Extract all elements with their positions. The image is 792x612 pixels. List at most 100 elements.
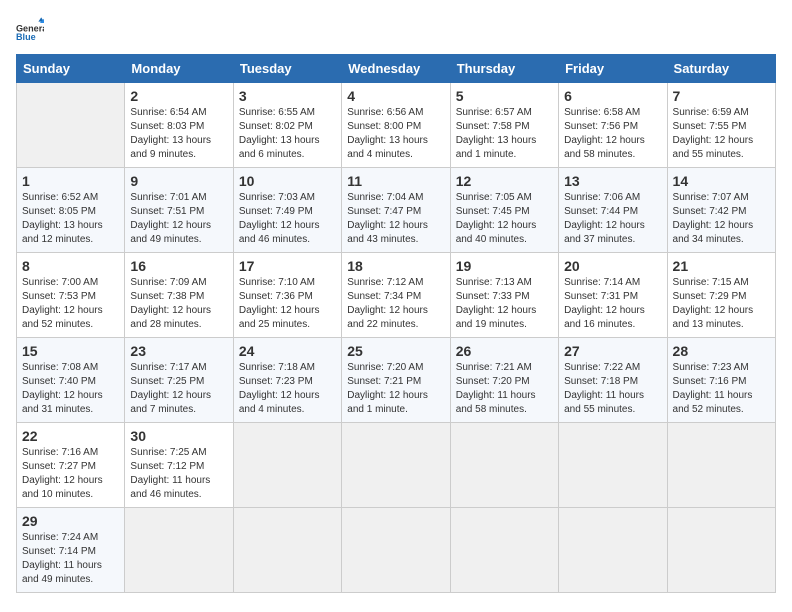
day-number: 11 <box>347 173 444 189</box>
day-info: Sunrise: 7:08 AMSunset: 7:40 PMDaylight:… <box>22 361 119 417</box>
header-saturday: Saturday <box>667 55 775 83</box>
day-info: Sunrise: 7:04 AMSunset: 7:47 PMDaylight:… <box>347 191 444 247</box>
calendar-cell: 6 Sunrise: 6:58 AMSunset: 7:56 PMDaylight… <box>559 83 667 168</box>
calendar-cell <box>559 423 667 508</box>
calendar-cell <box>342 508 450 593</box>
day-info: Sunrise: 6:54 AMSunset: 8:03 PMDaylight:… <box>130 106 227 162</box>
page-header: General Blue <box>16 16 776 44</box>
calendar-cell: 7Sunrise: 6:59 AMSunset: 7:55 PMDaylight… <box>667 83 775 168</box>
day-info: Sunrise: 7:21 AMSunset: 7:20 PMDaylight:… <box>456 361 553 417</box>
calendar-week-5: 29 Sunrise: 7:24 AMSunset: 7:14 PMDayligh… <box>17 508 776 593</box>
day-number: 5 <box>456 88 553 104</box>
day-number: 10 <box>239 173 336 189</box>
day-info: Sunrise: 7:16 AMSunset: 7:27 PMDaylight:… <box>22 446 119 502</box>
calendar-cell: 25 Sunrise: 7:20 AMSunset: 7:21 PMDayligh… <box>342 338 450 423</box>
day-number: 2 <box>130 88 227 104</box>
day-info: Sunrise: 7:10 AMSunset: 7:36 PMDaylight:… <box>239 276 336 332</box>
day-number: 16 <box>130 258 227 274</box>
day-number: 23 <box>130 343 227 359</box>
calendar-week-3: 15Sunrise: 7:08 AMSunset: 7:40 PMDayligh… <box>17 338 776 423</box>
day-number: 19 <box>456 258 553 274</box>
day-info: Sunrise: 7:05 AMSunset: 7:45 PMDaylight:… <box>456 191 553 247</box>
day-number: 3 <box>239 88 336 104</box>
day-number: 26 <box>456 343 553 359</box>
day-number: 17 <box>239 258 336 274</box>
calendar-cell: 16 Sunrise: 7:09 AMSunset: 7:38 PMDayligh… <box>125 253 233 338</box>
day-info: Sunrise: 6:56 AMSunset: 8:00 PMDaylight:… <box>347 106 444 162</box>
svg-text:Blue: Blue <box>16 32 36 42</box>
header-friday: Friday <box>559 55 667 83</box>
day-number: 4 <box>347 88 444 104</box>
calendar-cell <box>667 423 775 508</box>
day-number: 20 <box>564 258 661 274</box>
day-info: Sunrise: 6:59 AMSunset: 7:55 PMDaylight:… <box>673 106 770 162</box>
calendar-cell: 5 Sunrise: 6:57 AMSunset: 7:58 PMDaylight… <box>450 83 558 168</box>
day-number: 30 <box>130 428 227 444</box>
calendar-cell <box>342 423 450 508</box>
calendar-cell <box>233 508 341 593</box>
day-info: Sunrise: 7:12 AMSunset: 7:34 PMDaylight:… <box>347 276 444 332</box>
day-number: 1 <box>22 173 119 189</box>
day-number: 27 <box>564 343 661 359</box>
calendar-cell: 17 Sunrise: 7:10 AMSunset: 7:36 PMDayligh… <box>233 253 341 338</box>
day-info: Sunrise: 7:23 AMSunset: 7:16 PMDaylight:… <box>673 361 770 417</box>
calendar-cell: 30 Sunrise: 7:25 AMSunset: 7:12 PMDayligh… <box>125 423 233 508</box>
day-info: Sunrise: 6:57 AMSunset: 7:58 PMDaylight:… <box>456 106 553 162</box>
day-info: Sunrise: 7:07 AMSunset: 7:42 PMDaylight:… <box>673 191 770 247</box>
day-number: 29 <box>22 513 119 529</box>
calendar-cell <box>125 508 233 593</box>
calendar-cell <box>667 508 775 593</box>
calendar-cell: 2 Sunrise: 6:54 AMSunset: 8:03 PMDaylight… <box>125 83 233 168</box>
day-info: Sunrise: 7:24 AMSunset: 7:14 PMDaylight:… <box>22 531 119 587</box>
day-info: Sunrise: 7:15 AMSunset: 7:29 PMDaylight:… <box>673 276 770 332</box>
calendar-cell: 19Sunrise: 7:13 AMSunset: 7:33 PMDayligh… <box>450 253 558 338</box>
logo-icon: General Blue <box>16 16 44 44</box>
calendar-cell <box>450 423 558 508</box>
calendar-cell: 22 Sunrise: 7:16 AMSunset: 7:27 PMDayligh… <box>17 423 125 508</box>
day-info: Sunrise: 7:14 AMSunset: 7:31 PMDaylight:… <box>564 276 661 332</box>
day-number: 18 <box>347 258 444 274</box>
day-number: 25 <box>347 343 444 359</box>
day-info: Sunrise: 7:01 AMSunset: 7:51 PMDaylight:… <box>130 191 227 247</box>
calendar-cell <box>559 508 667 593</box>
header-thursday: Thursday <box>450 55 558 83</box>
calendar-cell <box>17 83 125 168</box>
calendar-week-1: 1 Sunrise: 6:52 AMSunset: 8:05 PMDaylight… <box>17 168 776 253</box>
calendar-cell: 4 Sunrise: 6:56 AMSunset: 8:00 PMDaylight… <box>342 83 450 168</box>
day-info: Sunrise: 7:18 AMSunset: 7:23 PMDaylight:… <box>239 361 336 417</box>
calendar-cell: 23 Sunrise: 7:17 AMSunset: 7:25 PMDayligh… <box>125 338 233 423</box>
calendar-cell: 29 Sunrise: 7:24 AMSunset: 7:14 PMDayligh… <box>17 508 125 593</box>
day-info: Sunrise: 6:58 AMSunset: 7:56 PMDaylight:… <box>564 106 661 162</box>
calendar-cell: 24Sunrise: 7:18 AMSunset: 7:23 PMDayligh… <box>233 338 341 423</box>
calendar-cell: 28 Sunrise: 7:23 AMSunset: 7:16 PMDayligh… <box>667 338 775 423</box>
day-number: 6 <box>564 88 661 104</box>
calendar-week-0: 2 Sunrise: 6:54 AMSunset: 8:03 PMDaylight… <box>17 83 776 168</box>
calendar-cell: 1 Sunrise: 6:52 AMSunset: 8:05 PMDaylight… <box>17 168 125 253</box>
calendar-week-2: 8Sunrise: 7:00 AMSunset: 7:53 PMDaylight… <box>17 253 776 338</box>
day-info: Sunrise: 7:20 AMSunset: 7:21 PMDaylight:… <box>347 361 444 417</box>
calendar-cell: 18 Sunrise: 7:12 AMSunset: 7:34 PMDayligh… <box>342 253 450 338</box>
day-info: Sunrise: 7:22 AMSunset: 7:18 PMDaylight:… <box>564 361 661 417</box>
day-number: 12 <box>456 173 553 189</box>
day-info: Sunrise: 7:06 AMSunset: 7:44 PMDaylight:… <box>564 191 661 247</box>
calendar-cell: 21 Sunrise: 7:15 AMSunset: 7:29 PMDayligh… <box>667 253 775 338</box>
header-monday: Monday <box>125 55 233 83</box>
calendar-cell: 14Sunrise: 7:07 AMSunset: 7:42 PMDayligh… <box>667 168 775 253</box>
day-info: Sunrise: 7:09 AMSunset: 7:38 PMDaylight:… <box>130 276 227 332</box>
calendar-table: SundayMondayTuesdayWednesdayThursdayFrid… <box>16 54 776 593</box>
day-number: 13 <box>564 173 661 189</box>
day-info: Sunrise: 7:17 AMSunset: 7:25 PMDaylight:… <box>130 361 227 417</box>
calendar-cell: 9Sunrise: 7:01 AMSunset: 7:51 PMDaylight… <box>125 168 233 253</box>
calendar-cell: 11 Sunrise: 7:04 AMSunset: 7:47 PMDayligh… <box>342 168 450 253</box>
day-info: Sunrise: 6:52 AMSunset: 8:05 PMDaylight:… <box>22 191 119 247</box>
day-info: Sunrise: 7:03 AMSunset: 7:49 PMDaylight:… <box>239 191 336 247</box>
day-number: 28 <box>673 343 770 359</box>
day-number: 22 <box>22 428 119 444</box>
calendar-cell <box>233 423 341 508</box>
calendar-cell: 26 Sunrise: 7:21 AMSunset: 7:20 PMDayligh… <box>450 338 558 423</box>
day-info: Sunrise: 7:25 AMSunset: 7:12 PMDaylight:… <box>130 446 227 502</box>
calendar-cell: 13 Sunrise: 7:06 AMSunset: 7:44 PMDayligh… <box>559 168 667 253</box>
day-number: 21 <box>673 258 770 274</box>
calendar-cell: 15Sunrise: 7:08 AMSunset: 7:40 PMDayligh… <box>17 338 125 423</box>
calendar-cell: 10 Sunrise: 7:03 AMSunset: 7:49 PMDayligh… <box>233 168 341 253</box>
